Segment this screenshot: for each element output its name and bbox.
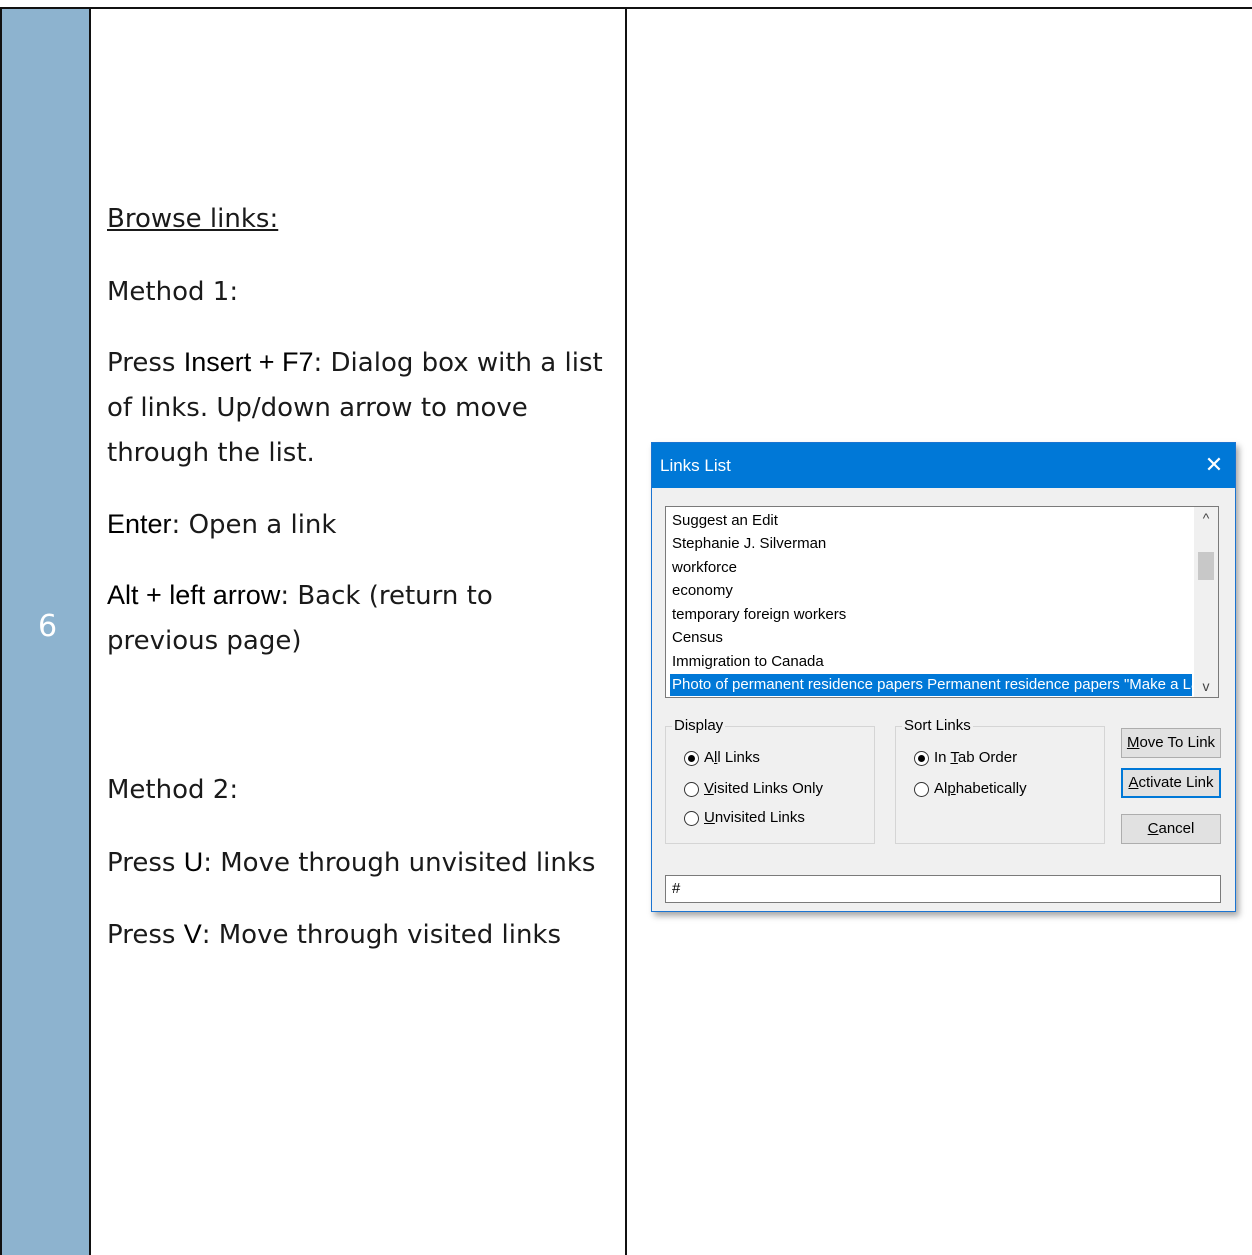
method1-label: Method 1:: [107, 277, 239, 307]
list-item[interactable]: temporary foreign workers: [670, 604, 1192, 626]
list-item[interactable]: Suggest an Edit: [670, 510, 1192, 532]
dialog-title: Links List: [660, 456, 731, 475]
u-key: U: [183, 847, 204, 877]
method2-label: Method 2:: [107, 775, 239, 805]
dialog-titlebar: Links List ✕: [652, 443, 1235, 488]
enter-instruction: Enter: Open a link: [107, 509, 337, 540]
step-number: 6: [37, 609, 58, 644]
filter-input[interactable]: #: [665, 875, 1221, 903]
list-item[interactable]: Stephanie J. Silverman: [670, 533, 1192, 555]
radio-visited-links-only[interactable]: Visited Links Only: [684, 778, 823, 800]
u-instruction: Press U: Move through unvisited links: [107, 847, 596, 878]
alt-left-key: Alt + left arrow: [107, 580, 281, 610]
sort-group-label: Sort Links: [902, 717, 973, 734]
alt-left-instruction: Alt + left arrow: Back (return to previo…: [107, 580, 493, 656]
radio-unvisited-links[interactable]: Unvisited Links: [684, 807, 805, 829]
radio-icon[interactable]: [684, 781, 699, 797]
activate-link-button[interactable]: Activate Link: [1121, 768, 1221, 798]
list-item-selected[interactable]: Photo of permanent residence papers Perm…: [670, 674, 1192, 696]
list-item[interactable]: Census: [670, 627, 1192, 649]
v-key: V: [183, 919, 202, 949]
radio-icon[interactable]: [914, 781, 929, 797]
move-to-link-button[interactable]: Move To Link: [1121, 728, 1221, 758]
links-listbox[interactable]: Suggest an Edit Stephanie J. Silverman w…: [665, 506, 1219, 698]
list-scrollbar[interactable]: ^ v: [1194, 507, 1218, 697]
display-group: Display All Links Visited Links Only Unv…: [665, 717, 875, 844]
list-item[interactable]: economy: [670, 580, 1192, 602]
v-instruction: Press V: Move through visited links: [107, 919, 562, 950]
sort-links-group: Sort Links In Tab Order Alphabetically: [895, 717, 1105, 844]
radio-checked-icon[interactable]: [914, 750, 929, 766]
list-item[interactable]: Immigration to Canada: [670, 651, 1192, 673]
section-heading: Browse links:: [107, 204, 279, 234]
radio-checked-icon[interactable]: [684, 750, 699, 766]
list-item[interactable]: workforce: [670, 557, 1192, 579]
chevron-up-icon[interactable]: ^: [1194, 507, 1218, 529]
insert-f7-key: Insert + F7: [183, 347, 314, 377]
close-icon[interactable]: ✕: [1199, 451, 1229, 479]
step-number-cell: 6: [0, 7, 91, 1255]
radio-alphabetically[interactable]: Alphabetically: [914, 778, 1027, 800]
scroll-thumb[interactable]: [1198, 552, 1214, 580]
links-list-dialog: Links List ✕ Suggest an Edit Stephanie J…: [651, 442, 1236, 912]
radio-in-tab-order[interactable]: In Tab Order: [914, 747, 1017, 769]
method1-instruction: Press Insert + F7: Dialog box with a lis…: [107, 347, 603, 468]
display-group-label: Display: [672, 717, 726, 734]
chevron-down-icon[interactable]: v: [1194, 675, 1218, 697]
cancel-button[interactable]: Cancel: [1121, 814, 1221, 844]
radio-icon[interactable]: [684, 810, 699, 826]
radio-all-links[interactable]: All Links: [684, 747, 760, 769]
enter-key: Enter: [107, 509, 172, 539]
